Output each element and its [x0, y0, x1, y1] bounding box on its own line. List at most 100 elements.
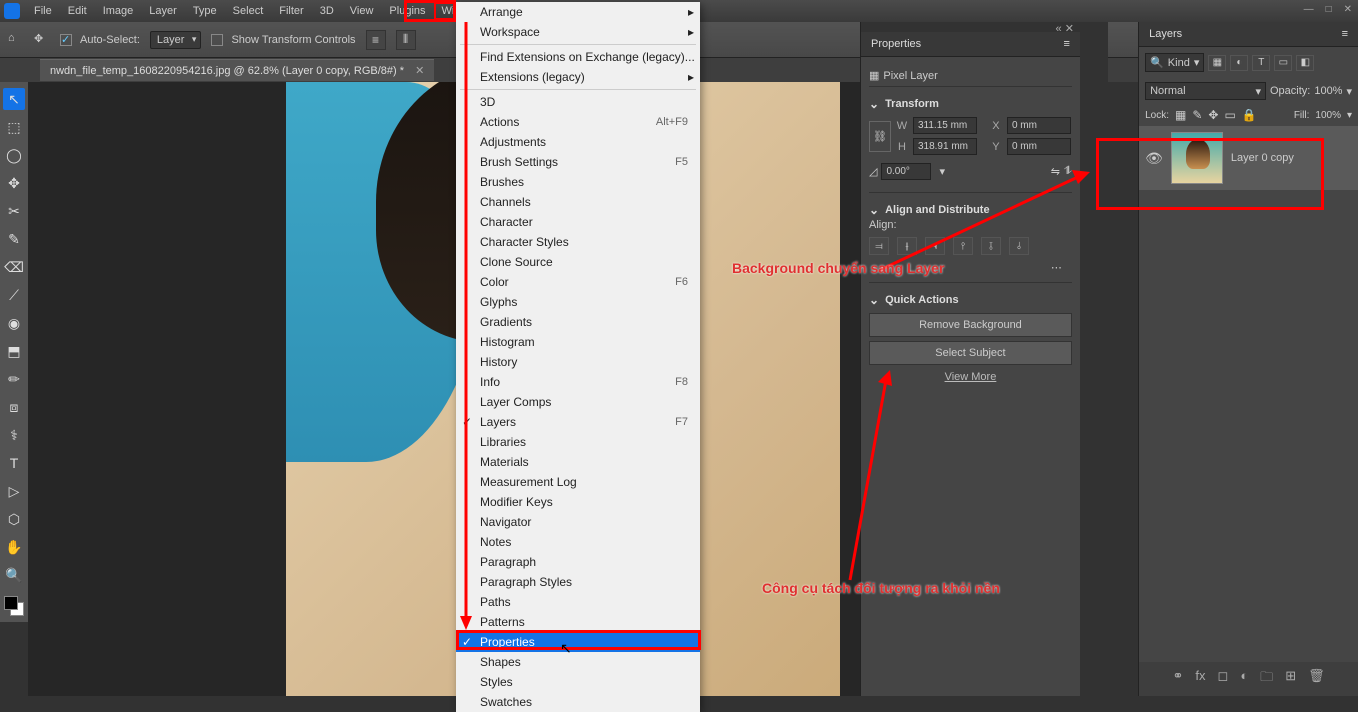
- menu-item-modifier-keys[interactable]: Modifier Keys: [456, 492, 700, 512]
- select-subject-button[interactable]: Select Subject: [869, 341, 1072, 365]
- show-transform-checkbox[interactable]: [211, 34, 223, 46]
- menu-layer[interactable]: Layer: [141, 2, 185, 20]
- auto-select-target[interactable]: Layer: [150, 31, 202, 49]
- tool-14[interactable]: ▷: [3, 480, 25, 502]
- layers-tab[interactable]: Layers ≡: [1139, 22, 1358, 47]
- menu-item-shapes[interactable]: Shapes: [456, 652, 700, 672]
- menu-item-character-styles[interactable]: Character Styles: [456, 232, 700, 252]
- fill-value[interactable]: 100%: [1315, 110, 1341, 121]
- menu-item-paragraph[interactable]: Paragraph: [456, 552, 700, 572]
- menu-item-find-extensions-on-exchange-legacy-[interactable]: Find Extensions on Exchange (legacy)...: [456, 47, 700, 67]
- menu-item-extensions-legacy-[interactable]: Extensions (legacy): [456, 67, 700, 87]
- tool-5[interactable]: ✎: [3, 228, 25, 250]
- menu-item-histogram[interactable]: Histogram: [456, 332, 700, 352]
- menu-item-layer-comps[interactable]: Layer Comps: [456, 392, 700, 412]
- lock-transparent-icon[interactable]: ▦: [1175, 108, 1186, 122]
- menu-item-history[interactable]: History: [456, 352, 700, 372]
- mask-icon[interactable]: ◻: [1218, 668, 1229, 690]
- menu-file[interactable]: File: [26, 2, 60, 20]
- menu-item-arrange[interactable]: Arrange: [456, 2, 700, 22]
- tool-9[interactable]: ⬒: [3, 340, 25, 362]
- tool-0[interactable]: ↖: [3, 88, 25, 110]
- menu-item-measurement-log[interactable]: Measurement Log: [456, 472, 700, 492]
- opacity-value[interactable]: 100%: [1314, 85, 1342, 97]
- tool-4[interactable]: ✂: [3, 200, 25, 222]
- filter-type-icon[interactable]: T: [1252, 55, 1270, 71]
- close-button[interactable]: ✕: [1342, 4, 1354, 15]
- tool-10[interactable]: ✏: [3, 368, 25, 390]
- menu-item-brush-settings[interactable]: Brush SettingsF5: [456, 152, 700, 172]
- menu-select[interactable]: Select: [225, 2, 272, 20]
- tool-8[interactable]: ◉: [3, 312, 25, 334]
- menu-item-actions[interactable]: ActionsAlt+F9: [456, 112, 700, 132]
- quick-actions-header[interactable]: Quick Actions: [869, 291, 1072, 309]
- tool-1[interactable]: ⬚: [3, 116, 25, 138]
- menu-item-paragraph-styles[interactable]: Paragraph Styles: [456, 572, 700, 592]
- filter-shape-icon[interactable]: ▭: [1274, 55, 1292, 71]
- layer-thumbnail[interactable]: [1171, 132, 1223, 184]
- lock-artboard-icon[interactable]: ▭: [1224, 108, 1235, 122]
- minimize-button[interactable]: —: [1302, 4, 1316, 15]
- lock-paint-icon[interactable]: ✎: [1192, 108, 1202, 122]
- menu-item-libraries[interactable]: Libraries: [456, 432, 700, 452]
- tool-12[interactable]: ⚕: [3, 424, 25, 446]
- layer-name[interactable]: Layer 0 copy: [1231, 152, 1352, 164]
- filter-adjust-icon[interactable]: ◐: [1230, 55, 1248, 71]
- filter-kind[interactable]: 🔍 Kind ▾: [1145, 53, 1204, 72]
- menu-item-styles[interactable]: Styles: [456, 672, 700, 692]
- transform-y[interactable]: 0 mm: [1007, 138, 1071, 155]
- menu-filter[interactable]: Filter: [271, 2, 311, 20]
- auto-select-checkbox[interactable]: [60, 34, 72, 46]
- panel-menu-icon[interactable]: ≡: [1342, 28, 1348, 40]
- properties-tab[interactable]: Properties ≡: [861, 32, 1080, 57]
- menu-item-properties[interactable]: Properties: [456, 632, 700, 652]
- tool-3[interactable]: ✥: [3, 172, 25, 194]
- menu-edit[interactable]: Edit: [60, 2, 95, 20]
- document-tab[interactable]: nwdn_file_temp_1608220954216.jpg @ 62.8%…: [40, 59, 434, 81]
- close-tab-icon[interactable]: ✕: [415, 65, 424, 77]
- menu-item-3d[interactable]: 3D: [456, 92, 700, 112]
- menu-3d[interactable]: 3D: [312, 2, 342, 20]
- visibility-icon[interactable]: 👁: [1145, 150, 1163, 167]
- link-layers-icon[interactable]: ⚭: [1172, 668, 1183, 690]
- menu-item-brushes[interactable]: Brushes: [456, 172, 700, 192]
- maximize-button[interactable]: □: [1324, 4, 1334, 15]
- menu-item-channels[interactable]: Channels: [456, 192, 700, 212]
- blend-mode[interactable]: Normal: [1145, 82, 1266, 100]
- tool-13[interactable]: T: [3, 452, 25, 474]
- tool-7[interactable]: ⟋: [3, 284, 25, 306]
- menu-image[interactable]: Image: [95, 2, 142, 20]
- fx-icon[interactable]: fx: [1195, 668, 1205, 690]
- menu-item-swatches[interactable]: Swatches: [456, 692, 700, 712]
- align-icon-2[interactable]: ⫴: [396, 30, 416, 50]
- link-wh-icon[interactable]: ⛓: [869, 121, 891, 152]
- menu-item-paths[interactable]: Paths: [456, 592, 700, 612]
- menu-item-color[interactable]: ColorF6: [456, 272, 700, 292]
- lock-position-icon[interactable]: ✥: [1208, 108, 1218, 122]
- transform-x[interactable]: 0 mm: [1007, 117, 1071, 134]
- menu-item-materials[interactable]: Materials: [456, 452, 700, 472]
- menu-item-gradients[interactable]: Gradients: [456, 312, 700, 332]
- move-tool-icon[interactable]: ✥: [34, 32, 50, 48]
- menu-view[interactable]: View: [342, 2, 382, 20]
- menu-item-adjustments[interactable]: Adjustments: [456, 132, 700, 152]
- transform-header[interactable]: Transform: [869, 95, 1072, 113]
- filter-pixel-icon[interactable]: ▦: [1208, 55, 1226, 71]
- menu-plugins[interactable]: Plugins: [381, 2, 433, 20]
- align-icon[interactable]: ≡: [366, 30, 386, 50]
- filter-smart-icon[interactable]: ◧: [1296, 55, 1314, 71]
- menu-item-notes[interactable]: Notes: [456, 532, 700, 552]
- lock-all-icon[interactable]: 🔒: [1242, 108, 1257, 122]
- menu-type[interactable]: Type: [185, 2, 225, 20]
- tool-17[interactable]: 🔍: [3, 564, 25, 586]
- group-icon[interactable]: 🗀: [1260, 668, 1273, 690]
- transform-w[interactable]: 311.15 mm: [913, 117, 977, 134]
- transform-h[interactable]: 318.91 mm: [913, 138, 977, 155]
- adjustment-icon[interactable]: ◐: [1240, 668, 1248, 690]
- color-swatch[interactable]: [4, 596, 24, 616]
- menu-item-workspace[interactable]: Workspace: [456, 22, 700, 42]
- tool-15[interactable]: ⬡: [3, 508, 25, 530]
- menu-item-info[interactable]: InfoF8: [456, 372, 700, 392]
- tool-16[interactable]: ✋: [3, 536, 25, 558]
- menu-item-glyphs[interactable]: Glyphs: [456, 292, 700, 312]
